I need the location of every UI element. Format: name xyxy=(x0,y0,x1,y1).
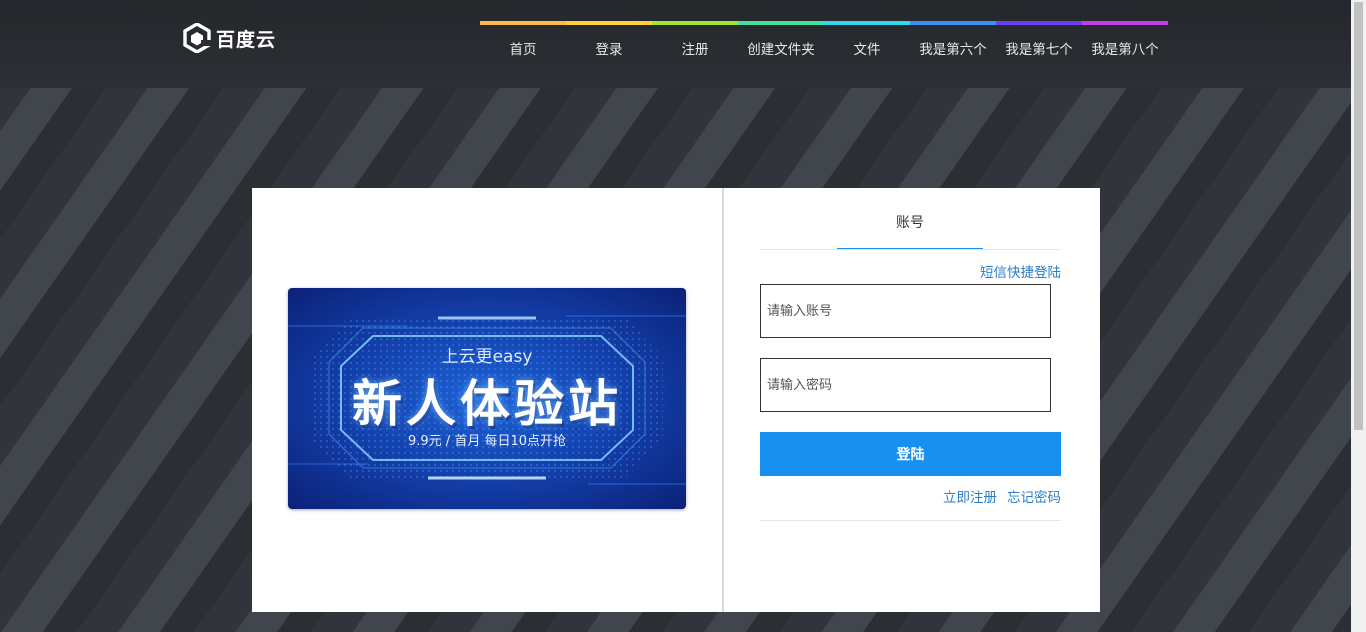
nav-item-sixth[interactable]: 我是第六个 xyxy=(910,21,996,61)
login-bottom-links: 立即注册 忘记密码 xyxy=(760,484,1061,521)
logo-text: 百度云 xyxy=(216,28,277,51)
card-divider xyxy=(722,188,724,612)
banner-offer: 9.9元 / 首月 每日10点开抢 xyxy=(408,434,566,449)
baidu-cloud-logo-icon xyxy=(183,23,211,53)
logo[interactable]: 百度云 xyxy=(183,22,276,54)
sms-quick-login-link[interactable]: 短信快捷登陆 xyxy=(980,261,1061,281)
page: 百度云 首页 登录 注册 创建文件夹 文件 我是第六个 我是第七个 我是第八个 xyxy=(0,0,1351,632)
nav-item-seventh[interactable]: 我是第七个 xyxy=(996,21,1082,61)
vertical-scrollbar[interactable] xyxy=(1351,0,1366,632)
nav-item-register[interactable]: 注册 xyxy=(652,21,738,61)
tab-account[interactable]: 账号 xyxy=(837,188,983,249)
banner-headline: 新人体验站 xyxy=(352,375,622,433)
account-input[interactable] xyxy=(760,284,1051,338)
promo-banner[interactable]: 上云更easy 新人体验站 9.9元 / 首月 每日10点开抢 xyxy=(288,288,686,509)
register-link[interactable]: 立即注册 xyxy=(943,490,997,506)
forgot-password-link[interactable]: 忘记密码 xyxy=(1007,490,1061,506)
login-button[interactable]: 登陆 xyxy=(760,432,1061,476)
scrollbar-thumb[interactable] xyxy=(1354,2,1363,430)
nav-item-home[interactable]: 首页 xyxy=(480,21,566,61)
main-nav: 首页 登录 注册 创建文件夹 文件 我是第六个 我是第七个 我是第八个 xyxy=(480,21,1168,61)
login-card: 上云更easy 新人体验站 9.9元 / 首月 每日10点开抢 账号 短信快捷登… xyxy=(252,188,1100,612)
nav-item-eighth[interactable]: 我是第八个 xyxy=(1082,21,1168,61)
nav-item-files[interactable]: 文件 xyxy=(824,21,910,61)
login-tab-bar: 账号 xyxy=(760,188,1061,250)
top-header: 百度云 首页 登录 注册 创建文件夹 文件 我是第六个 我是第七个 我是第八个 xyxy=(0,0,1351,88)
nav-item-create-folder[interactable]: 创建文件夹 xyxy=(738,21,824,61)
password-input[interactable] xyxy=(760,358,1051,412)
nav-item-login[interactable]: 登录 xyxy=(566,21,652,61)
